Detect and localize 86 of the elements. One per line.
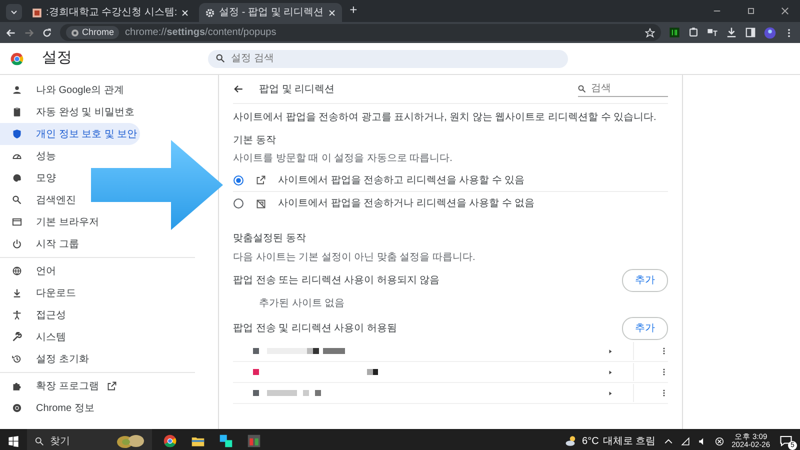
search-icon (35, 436, 44, 446)
blocked-window-icon (256, 198, 266, 208)
translate-icon[interactable] (707, 27, 718, 38)
forward-icon (24, 28, 34, 38)
section-heading: 기본 동작 (233, 134, 277, 148)
sidebar-item[interactable]: 검색엔진 (0, 189, 82, 211)
tab-search-button[interactable] (6, 4, 22, 20)
sidebar-item[interactable]: 접근성 (0, 304, 72, 326)
sidebar-item[interactable]: 성능 (0, 145, 62, 167)
radio-button[interactable] (233, 174, 244, 186)
sidebar-item[interactable]: 시작 그룹 (0, 233, 85, 255)
site-chip[interactable]: Chrome (66, 26, 120, 40)
redacted-text (267, 390, 321, 396)
expand-arrow-icon[interactable] (608, 390, 613, 396)
avatar-icon[interactable] (764, 26, 776, 38)
wrench-icon (12, 332, 22, 342)
add-button[interactable]: 추가 (622, 316, 668, 340)
taskbar-search[interactable]: 찾기 (27, 429, 152, 450)
power-icon (12, 239, 22, 249)
address-bar[interactable]: Chrome chrome://settings/content/popups (60, 24, 661, 41)
network-icon[interactable] (680, 436, 690, 446)
extension-icon[interactable] (669, 27, 680, 38)
add-button[interactable]: 추가 (622, 268, 668, 292)
back-icon[interactable] (6, 28, 16, 38)
sidebar-item[interactable]: 개인 정보 보호 및 보안 (0, 123, 140, 145)
search-box[interactable]: 설정 검색 (208, 50, 568, 68)
history-icon (12, 354, 22, 364)
weather-widget[interactable]: 6°C 대체로 흐림 (564, 434, 656, 448)
search-icon (12, 195, 22, 205)
sidebar-item[interactable]: 설정 초기화 (0, 348, 95, 370)
person-icon (12, 85, 22, 95)
windows-logo-icon (8, 436, 19, 446)
search-icon (216, 54, 225, 63)
radio-button[interactable] (233, 198, 244, 209)
caret-icon (10, 8, 18, 16)
sidebar-item[interactable]: 나와 Google의 관계 (0, 79, 130, 101)
sidebar-item[interactable]: 확장 프로그램 (0, 375, 123, 397)
search-icon (578, 84, 586, 92)
url-text: chrome://settings/content/popups (125, 26, 278, 40)
star-icon[interactable] (645, 28, 655, 38)
description-text: 사이트에서 팝업을 전송하여 광고를 표시하거나, 원치 않는 웹사이트로 리디렉션할 수 있습니다. (233, 103, 668, 133)
reload-icon[interactable] (42, 28, 52, 38)
favicon-icon (32, 8, 42, 18)
browser-tab[interactable]: :경희대학교 수강신청 시스템: (26, 3, 196, 22)
sidebar-item[interactable]: 기본 브라우저 (0, 211, 105, 233)
app-icon (247, 434, 261, 448)
browser-tab[interactable]: 설정 - 팝업 및 리디렉션 (199, 3, 342, 22)
sidebar-item[interactable]: 자동 완성 및 비밀번호 (0, 101, 140, 123)
search-field[interactable]: 설정 검색 (231, 51, 560, 66)
close-icon[interactable] (780, 6, 790, 16)
sidebar-item[interactable]: 모양 (0, 167, 62, 189)
download-icon[interactable] (726, 27, 737, 38)
app-icon (219, 434, 233, 448)
empty-list-text: 추가된 사이트 없음 (258, 297, 346, 311)
section-subtext: 사이트를 방문할 때 이 설정을 자동으로 따릅니다. (233, 152, 454, 166)
accessibility-icon (12, 310, 22, 320)
shield-icon (12, 129, 22, 139)
clipboard-icon (12, 107, 22, 117)
chevron-up-icon[interactable] (664, 436, 673, 446)
search-box[interactable]: 검색 (578, 81, 668, 97)
page-title: 팝업 및 리디렉션 (259, 82, 336, 96)
section-subtext: 다음 사이트는 기본 설정이 아닌 맞춤 설정을 따릅니다. (233, 251, 476, 265)
sidebar-item[interactable]: 시스템 (0, 326, 72, 348)
redacted-text (367, 369, 378, 375)
sidebar-item[interactable]: 다운로드 (0, 282, 82, 304)
globe-icon (12, 266, 22, 276)
restore-icon[interactable] (746, 6, 756, 16)
radio-label: 사이트에서 팝업을 전송하고 리디렉션을 사용할 수 있음 (278, 174, 525, 188)
open-in-new-icon (256, 175, 266, 185)
back-arrow-icon[interactable] (233, 84, 243, 94)
sidebar-item[interactable]: 언어 (0, 260, 62, 282)
gear-icon (205, 8, 216, 18)
expand-arrow-icon[interactable] (608, 348, 613, 354)
radio-label: 사이트에서 팝업을 전송하거나 리디렉션을 사용할 수 없음 (278, 197, 535, 211)
list-heading: 팝업 전송 및 리디렉션 사용이 허용됨 (233, 322, 397, 336)
list-heading: 팝업 전송 또는 리디렉션 사용이 허용되지 않음 (233, 274, 440, 288)
section-heading: 맞춤설정된 동작 (233, 232, 307, 246)
cancel-icon[interactable] (714, 436, 724, 446)
browser-window-icon (12, 217, 22, 227)
new-tab-button[interactable]: + (350, 0, 358, 19)
message-icon (780, 435, 792, 447)
download-icon (12, 288, 22, 298)
expand-arrow-icon[interactable] (608, 370, 613, 374)
side-panel-icon[interactable] (745, 27, 756, 38)
settings-title: 설정 (42, 48, 72, 68)
sidebar-item[interactable]: Chrome 정보 (0, 397, 100, 419)
